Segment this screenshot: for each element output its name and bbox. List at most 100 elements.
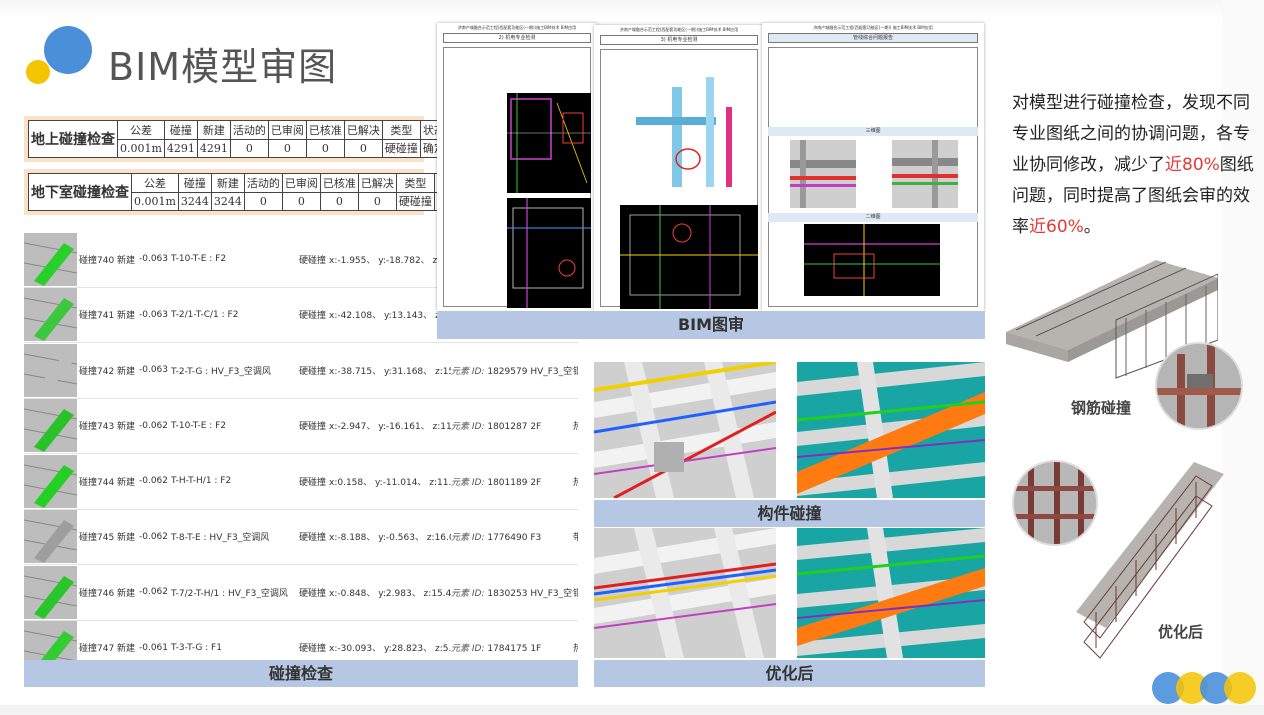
clash-thumbnail (24, 343, 77, 397)
clash-distance: -0.063 (139, 254, 169, 265)
above-ground-summary: 地上碰撞检查 公差 碰撞 新建 活动的 已审阅 已核准 已解决 类型 状态 0.… (24, 116, 448, 162)
summary-header: 新建 (210, 173, 245, 193)
clash-thumbnail (24, 510, 77, 564)
summary-header: 已审阅 (267, 120, 307, 140)
summary-header: 已核准 (305, 120, 345, 140)
summary-header: 已解决 (357, 173, 397, 193)
element-id-label: 元素 ID: (451, 477, 485, 488)
clash-distance: -0.062 (139, 420, 169, 431)
summary-value: 4291 (196, 138, 231, 158)
summary-value: 0 (305, 138, 345, 158)
clash-status: 新建 (117, 477, 136, 488)
clash-thumbnail (24, 399, 77, 453)
structure-render (594, 528, 776, 658)
clash-element-id: 元素 ID: 1801287 2F (451, 419, 573, 432)
logo-circle-yellow (26, 60, 50, 84)
clash-row[interactable]: 碰撞742 新建 -0.063 T-2-T-G : HV_F3_空调风 硬碰撞 x:-38… (24, 343, 578, 399)
caption-optimized: 优化后 (594, 660, 985, 687)
clash-system: 铜 (573, 588, 578, 599)
summary-header: 活动的 (243, 173, 283, 193)
mini-render (892, 140, 958, 208)
summary-label: 地下室碰撞检查 (28, 173, 132, 211)
model-view (616, 77, 756, 197)
clash-thumbnail (24, 288, 77, 342)
summary-value: 0 (281, 191, 321, 211)
doc-header: 济南产城融合示范工程(西配套功能区(一期))施工BIM技术 BIM应用 (457, 25, 577, 30)
element-id-value: 1829579 (487, 366, 528, 377)
clash-thumbnail (24, 565, 77, 619)
clash-name: 碰撞744 (79, 477, 115, 488)
clash-name: 碰撞741 (79, 311, 115, 322)
mini-render (790, 140, 856, 208)
element-level: 2F (530, 422, 542, 433)
summary-value: 0 (243, 191, 283, 211)
clash-row[interactable]: 碰撞743 新建 -0.062 T-10-T-E : F2 硬碰撞 x:-2.947、 y… (24, 399, 578, 454)
summary-header: 公差 (117, 120, 165, 140)
clash-grid: T-8-T-E : HV_F3_空调风 (171, 533, 270, 544)
highlight-percent: 近80% (1165, 155, 1220, 175)
summary-header: 已核准 (319, 173, 359, 193)
element-level: 2F (530, 477, 542, 488)
element-level: HV_F3_空调风 (530, 588, 573, 599)
clash-element-id: 元素 ID: 1829579 HV_F3_空调风 (451, 364, 573, 377)
deco-circle (1224, 672, 1256, 704)
element-id-label: 元素 ID: (451, 366, 485, 377)
label-optimized-rebar: 优化后 (1158, 623, 1204, 641)
clash-row[interactable]: 碰撞747 新建 -0.061 T-3-T-G : F1 硬碰撞 x:-30.093、 y… (24, 621, 578, 660)
section-3d-image (790, 140, 856, 208)
clash-status: 新建 (117, 255, 136, 266)
top-band (0, 0, 1264, 20)
highlight-percent: 近60% (1029, 217, 1084, 237)
cad-drawing (804, 224, 940, 296)
clash-type: 硬碰撞 (299, 477, 327, 488)
clash-row[interactable]: 碰撞745 新建 -0.062 T-8-T-E : HV_F3_空调风 硬碰撞 x:-8.… (24, 510, 578, 565)
review-doc-1: 济南产城融合示范工程(西配套功能区(一期))施工BIM技术 BIM应用 2) 机… (437, 23, 597, 311)
clash-grid: T-2/1-T-C/1 : F2 (171, 309, 239, 320)
doc-subtitle: 管线综合问题报告 (768, 33, 978, 43)
clash-distance: -0.063 (139, 309, 169, 320)
clash-name: 碰撞746 (79, 588, 115, 599)
clash-thumbnail (24, 454, 77, 508)
summary-value: 4291 (163, 138, 198, 158)
clash-status: 新建 (117, 533, 136, 544)
rebar-detail-circle (1155, 342, 1243, 430)
doc-header: 济南产城融合示范工程(西配套功能区(一期))施工BIM技术 BIM应用 (619, 27, 739, 32)
clash-grid: T-10-T-E : F2 (171, 420, 227, 431)
clash-type: 硬碰撞 (299, 311, 327, 322)
clash-distance: -0.062 (139, 587, 169, 598)
clash-distance: -0.062 (139, 476, 169, 487)
element-id-value: 1801189 (487, 477, 528, 488)
clash-distance: -0.062 (139, 531, 169, 542)
clash-element-id: 元素 ID: 1776490 F3 (451, 530, 573, 543)
summary-value: 0 (357, 191, 397, 211)
clash-system: 带配件的 (573, 533, 578, 544)
doc-header: 济南产城融合示范工程(西配套功能区(一期)) 施工BIM技术 BIM应用 (813, 25, 933, 30)
summary-header: 类型 (395, 173, 435, 193)
summary-label: 地上碰撞检查 (28, 120, 118, 158)
logo-circle-blue (44, 26, 92, 74)
summary-value: 0 (267, 138, 307, 158)
caption-clash-check: 碰撞检查 (24, 660, 578, 687)
basement-summary: 地下室碰撞检查 公差 碰撞 新建 活动的 已审阅 已核准 已解决 类型 状态 0… (24, 169, 462, 215)
clash-point: x:0.158、 y:-11.014、 z:11.072 (329, 477, 451, 488)
clash-system: 热镀锌 (573, 644, 578, 655)
structure-render (594, 362, 776, 498)
cad-lines (620, 205, 758, 309)
clash-system: 热镀锌 (573, 477, 578, 488)
clash-row[interactable]: 碰撞744 新建 -0.062 T-H-T-H/1 : F2 硬碰撞 x:0.158、 y… (24, 454, 578, 510)
review-doc-2: 济南产城融合示范工程(西配套功能区(一期))施工BIM技术 BIM应用 3) 机… (594, 25, 764, 311)
clash-name: 碰撞740 (79, 255, 115, 266)
element-id-value: 1801287 (487, 422, 528, 433)
clash-type: 硬碰撞 (299, 533, 327, 544)
clash-status: 新建 (117, 311, 136, 322)
structure-render (797, 528, 985, 658)
clash-status: 新建 (117, 366, 136, 377)
clash-point: x:-8.188、 y:-0.563、 z:16.002 (329, 533, 451, 544)
pipe-model (636, 77, 732, 187)
element-id-value: 1784175 (487, 644, 528, 655)
summary-header: 已审阅 (281, 173, 321, 193)
summary-header: 公差 (131, 173, 179, 193)
element-id-label: 元素 ID: (451, 644, 485, 655)
clash-row[interactable]: 碰撞746 新建 -0.062 T-7/2-T-H/1 : HV_F3_空调风 硬碰撞 x… (24, 565, 578, 621)
clash-status: 新建 (117, 422, 136, 433)
